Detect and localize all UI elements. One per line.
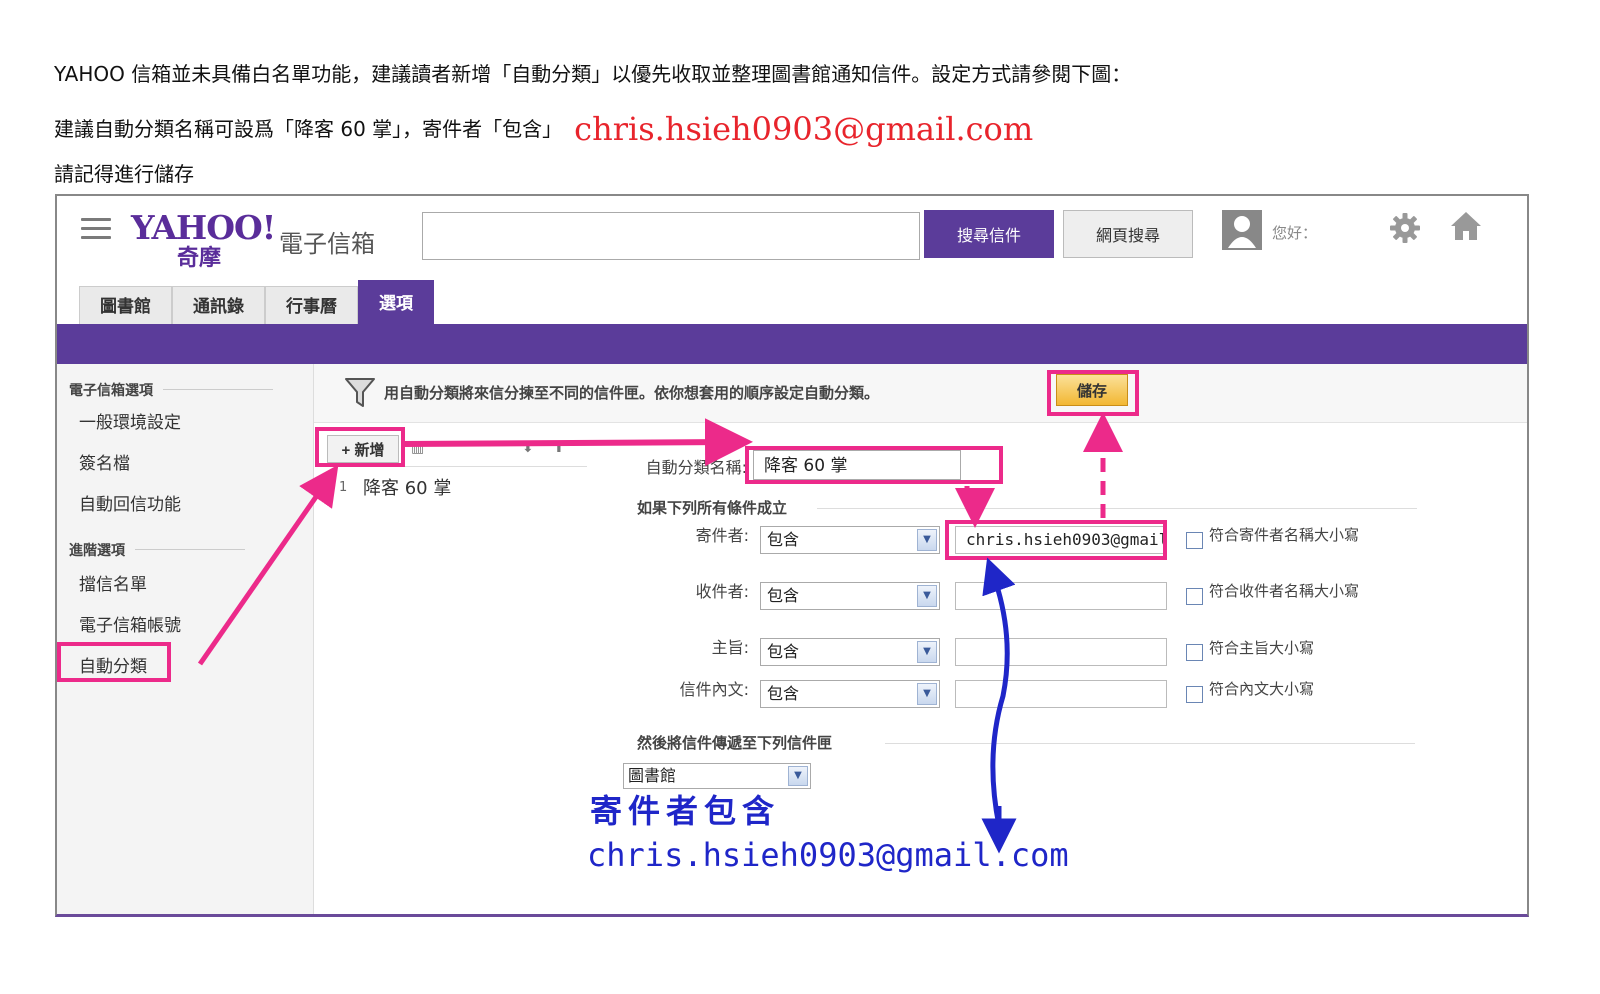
- annotation-arrows: [197, 412, 1123, 854]
- intro-line-2: 建議自動分類名稱可設爲「降客 60 掌」，寄件者「包含」 chris.hsieh0…: [54, 110, 1033, 148]
- intro-line-3: 請記得進行儲存: [54, 162, 194, 186]
- intro-line-1: YAHOO 信箱並未具備白名單功能，建議讀者新增「自動分類」以優先收取並整理圖書…: [54, 62, 1132, 86]
- arrow-new-to-name: [402, 418, 753, 467]
- intro-email: chris.hsieh0903@gmail.com: [574, 110, 1034, 148]
- intro-line-2-text: 建議自動分類名稱可設爲「降客 60 掌」，寄件者「包含」: [54, 117, 563, 141]
- arrow-annotation-to-sender: [982, 557, 1016, 827]
- mail-screenshot: YAHOO! 奇摩 電子信箱 搜尋信件 網頁搜尋 您好： 圖書館 通訊錄 行事曆…: [55, 194, 1529, 917]
- arrow-sidebar-to-new: [197, 464, 339, 666]
- arrow-name-to-sender: [955, 486, 995, 528]
